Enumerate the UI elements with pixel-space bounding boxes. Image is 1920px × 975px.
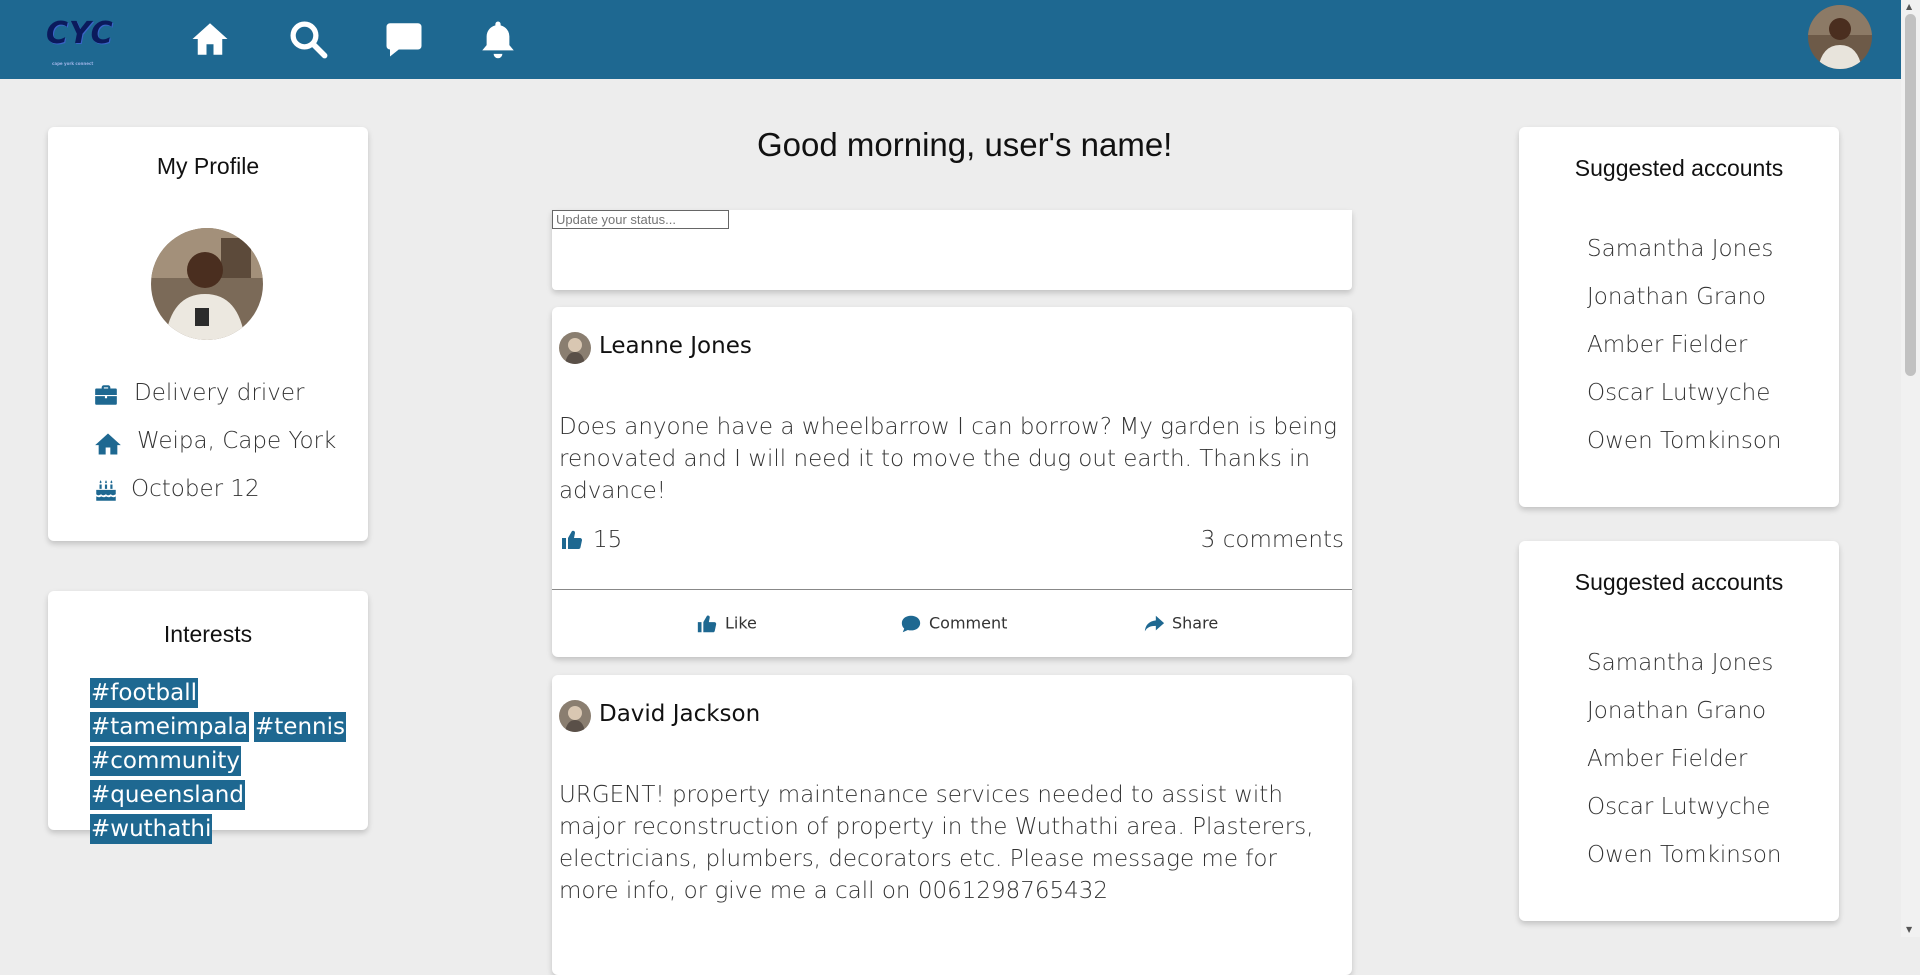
share-icon — [1144, 615, 1165, 632]
comment-icon — [901, 615, 921, 633]
interest-tag[interactable]: #football — [90, 678, 199, 708]
suggested-account[interactable]: Owen Tomkinson — [1587, 842, 1782, 890]
post-card: David Jackson URGENT! property maintenan… — [552, 675, 1352, 975]
page-scrollbar[interactable]: ▲ ▼ — [1901, 0, 1920, 937]
comment-button-label: Comment — [929, 613, 1008, 633]
scroll-up-arrow-icon[interactable]: ▲ — [1906, 2, 1912, 12]
post-body: URGENT! property maintenance services ne… — [559, 782, 1314, 904]
interest-tag[interactable]: #tennis — [254, 712, 346, 742]
share-button[interactable]: Share — [1142, 613, 1218, 635]
suggested-accounts-title: Suggested accounts — [1574, 569, 1784, 595]
suggested-account[interactable]: Amber Fielder — [1587, 746, 1782, 794]
search-icon[interactable] — [287, 18, 329, 60]
user-avatar[interactable] — [1808, 5, 1872, 69]
interest-tag[interactable]: #queensland — [90, 780, 245, 810]
profile-photo — [151, 228, 263, 340]
suggested-account[interactable]: Jonathan Grano — [1587, 284, 1782, 332]
chat-icon[interactable] — [383, 18, 425, 60]
comment-count[interactable]: 3 comments — [1201, 527, 1344, 553]
suggested-account[interactable]: Amber Fielder — [1587, 332, 1782, 380]
suggested-accounts-list: Samantha Jones Jonathan Grano Amber Fiel… — [1587, 650, 1782, 890]
top-nav-bar: CYC cape york connect — [0, 0, 1901, 79]
post-author-name[interactable]: Leanne Jones — [599, 333, 752, 359]
interest-tag[interactable]: #tameimpala — [90, 712, 249, 742]
profile-location: Weipa, Cape York — [137, 428, 337, 454]
logo-text: CYC — [46, 16, 114, 51]
comment-button[interactable]: Comment — [899, 613, 1007, 635]
brand-logo[interactable]: CYC cape york connect — [46, 16, 130, 67]
home-icon[interactable] — [189, 18, 231, 60]
suggested-accounts-title: Suggested accounts — [1574, 155, 1784, 181]
birthday-cake-icon — [96, 480, 116, 501]
interests-card: Interests #football #tameimpala #tennis … — [48, 591, 368, 844]
logo-tagline: cape york connect — [52, 61, 94, 66]
profile-card: My Profile Delivery driver Weipa, Cape Y… — [48, 127, 368, 541]
like-button-label: Like — [725, 613, 757, 633]
like-button[interactable]: Like — [695, 613, 757, 635]
post-author-avatar[interactable] — [559, 700, 591, 732]
interest-tags: #football #tameimpala #tennis #community… — [90, 678, 350, 848]
interest-tag[interactable]: #community — [90, 746, 241, 776]
thumbs-up-icon — [562, 530, 583, 550]
scroll-thumb[interactable] — [1905, 14, 1916, 376]
suggested-account[interactable]: Oscar Lutwyche — [1587, 380, 1782, 428]
profile-job: Delivery driver — [134, 380, 305, 406]
interest-tag[interactable]: #wuthathi — [90, 814, 213, 844]
page-title: Good morning, user's name! — [757, 126, 1173, 163]
suggested-accounts-card: Suggested accounts Samantha Jones Jonath… — [1519, 127, 1839, 507]
suggested-accounts-card: Suggested accounts Samantha Jones Jonath… — [1519, 541, 1839, 921]
suggested-accounts-list: Samantha Jones Jonathan Grano Amber Fiel… — [1587, 236, 1782, 476]
scroll-down-arrow-icon[interactable]: ▼ — [1906, 925, 1912, 935]
post-author-avatar[interactable] — [559, 332, 591, 364]
briefcase-icon — [95, 385, 117, 405]
home-icon — [95, 433, 121, 455]
suggested-account[interactable]: Samantha Jones — [1587, 650, 1782, 698]
thumbs-up-icon — [697, 615, 717, 633]
profile-card-title: My Profile — [156, 153, 260, 179]
like-count: 15 — [593, 527, 623, 553]
status-input[interactable] — [552, 210, 729, 229]
post-divider — [552, 589, 1352, 590]
post-body: Does anyone have a wheelbarrow I can bor… — [559, 414, 1337, 504]
bell-icon[interactable] — [477, 18, 519, 60]
suggested-account[interactable]: Oscar Lutwyche — [1587, 794, 1782, 842]
post-author-name[interactable]: David Jackson — [599, 701, 760, 727]
interests-card-title: Interests — [163, 621, 253, 647]
suggested-account[interactable]: Samantha Jones — [1587, 236, 1782, 284]
suggested-account[interactable]: Jonathan Grano — [1587, 698, 1782, 746]
post-card: Leanne Jones Does anyone have a wheelbar… — [552, 307, 1352, 657]
profile-birthday: October 12 — [131, 476, 260, 502]
suggested-account[interactable]: Owen Tomkinson — [1587, 428, 1782, 476]
share-button-label: Share — [1172, 613, 1219, 633]
